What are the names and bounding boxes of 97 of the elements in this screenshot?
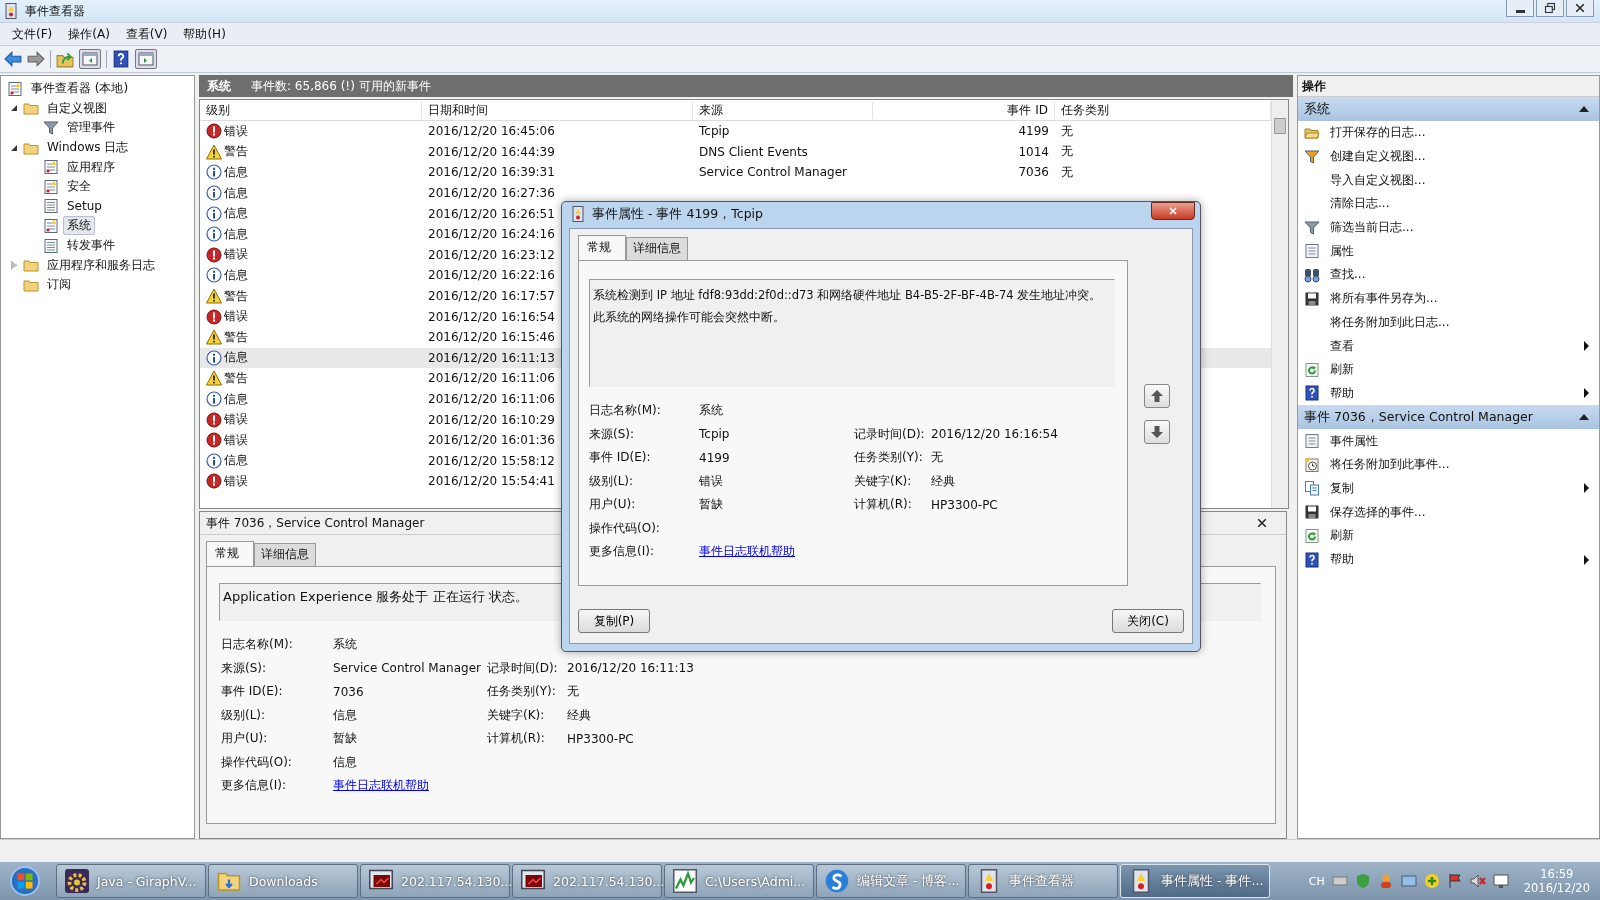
field-value: 经典 — [567, 707, 591, 722]
field-label: 事件 ID(E): — [221, 683, 284, 701]
table-cell: 信息 — [224, 452, 248, 470]
table-cell: 信息 — [224, 164, 248, 181]
field-label: 来源(S): — [221, 659, 268, 677]
table-cell: 信息 — [224, 349, 248, 367]
table-cell: 4199 — [1018, 124, 1049, 139]
table-cell: 信息 — [224, 266, 248, 284]
field-label: 操作代码(O): — [221, 753, 293, 771]
table-cell: 错误 — [224, 411, 248, 429]
event-count: 事件数: 65,866 (!) 可用的新事件 — [251, 77, 431, 95]
table-cell: 2016/12/20 16:11:06 — [428, 392, 555, 406]
field-label: 记录时间(D): — [487, 660, 558, 675]
field-value: 错误 — [699, 473, 723, 488]
table-cell: 2016/12/20 16:17:57 — [428, 289, 555, 304]
view-title: 系统 — [207, 77, 231, 95]
field-label: 关键字(K): — [487, 707, 545, 722]
table-cell: 2016/12/20 16:11:13 — [428, 350, 555, 365]
field-value: 4199 — [699, 450, 730, 465]
field-value: HP3300-PC — [567, 731, 634, 746]
table-cell: Service Control Manager — [699, 165, 847, 180]
field-label: 用户(U): — [221, 730, 269, 748]
field-label: 来源(S): — [589, 425, 636, 443]
section-title: 系统 — [1304, 100, 1330, 118]
field-value: 系统 — [699, 403, 723, 418]
table-cell: 错误 — [224, 308, 248, 326]
table-cell: 2016/12/20 16:24:16 — [428, 227, 555, 242]
field-value: 暂缺 — [333, 731, 357, 746]
field-value: 信息 — [333, 707, 357, 722]
field-label: 更多信息(I): — [589, 543, 655, 561]
actions-title: 操作 — [1298, 76, 1599, 97]
field-label: 级别(L): — [221, 706, 267, 724]
table-cell: 7036 — [1018, 165, 1049, 180]
table-cell: 2016/12/20 16:10:29 — [428, 412, 555, 427]
table-cell: 1014 — [1018, 144, 1049, 159]
field-value: HP3300-PC — [931, 497, 998, 512]
field-label: 计算机(R): — [854, 497, 912, 512]
table-cell: 2016/12/20 16:11:06 — [428, 371, 555, 386]
table-cell: 2016/12/20 16:23:12 — [428, 247, 555, 262]
table-cell: 2016/12/20 16:01:36 — [428, 433, 555, 448]
table-cell: 错误 — [224, 122, 248, 140]
table-cell: 2016/12/20 16:26:51 — [428, 206, 555, 221]
field-label: 日志名称(M): — [589, 402, 662, 420]
table-cell: 警告 — [224, 287, 248, 305]
table-cell: 2016/12/20 16:16:54 — [428, 309, 555, 324]
table-cell: 警告 — [224, 328, 248, 346]
field-value: 暂缺 — [699, 497, 723, 512]
field-value: 信息 — [333, 754, 357, 769]
table-cell: 信息 — [224, 225, 248, 243]
field-value: 2016/12/20 16:16:54 — [931, 427, 1058, 442]
table-cell: 2016/12/20 16:45:06 — [428, 124, 555, 139]
table-cell: 警告 — [224, 369, 248, 387]
table-cell: 2016/12/20 16:22:16 — [428, 268, 555, 283]
table-cell: 2016/12/20 15:54:41 — [428, 474, 555, 489]
field-label: 记录时间(D): — [854, 426, 925, 441]
field-value: 无 — [567, 684, 579, 699]
field-label: 用户(U): — [589, 496, 637, 514]
field-label: 关键字(K): — [854, 473, 912, 488]
table-cell: 错误 — [224, 246, 248, 264]
panel-title: 事件 7036，Service Control Manager — [206, 514, 425, 532]
description-text: Application Experience 服务处于 正在运行 状态。 — [223, 588, 529, 606]
field-label: 更多信息(I): — [221, 777, 287, 795]
table-cell: 警告 — [224, 143, 248, 161]
table-cell: 2016/12/20 16:39:31 — [428, 165, 555, 180]
table-cell: 信息 — [224, 184, 248, 202]
field-label: 计算机(R): — [487, 731, 545, 746]
field-value: 经典 — [931, 473, 955, 488]
table-cell: 无 — [1061, 164, 1073, 181]
description-text: 系统检测到 IP 地址 fdf8:93dd:2f0d::d73 和网络硬件地址 B4-B5-2F-BF-4B-74 发生地址冲突。 — [593, 287, 1103, 304]
field-value: 无 — [931, 450, 943, 465]
window-title: 事件查看器 — [25, 2, 85, 20]
table-cell: 无 — [1061, 122, 1073, 140]
table-cell: 信息 — [224, 205, 248, 223]
table-cell: 错误 — [224, 431, 248, 449]
field-label: 级别(L): — [589, 472, 635, 490]
table-cell: 信息 — [224, 390, 248, 408]
field-value: 系统 — [333, 637, 357, 652]
table-cell: 2016/12/20 16:15:46 — [428, 330, 555, 345]
field-label: 事件 ID(E): — [589, 449, 652, 467]
field-value: Service Control Manager — [333, 661, 481, 676]
table-cell: 2016/12/20 15:58:12 — [428, 453, 555, 468]
field-value: Tcpip — [699, 427, 730, 442]
dialog-title: 事件属性 - 事件 4199，Tcpip — [592, 205, 763, 223]
table-cell: Tcpip — [699, 124, 730, 139]
section-title: 事件 7036，Service Control Manager — [1304, 408, 1533, 426]
field-value: 2016/12/20 16:11:13 — [567, 661, 694, 676]
field-value: 7036 — [333, 684, 364, 699]
field-label: 任务类别(Y): — [487, 684, 556, 699]
description-text: 此系统的网络操作可能会突然中断。 — [593, 309, 786, 326]
field-label: 日志名称(M): — [221, 636, 294, 654]
table-cell: 错误 — [224, 472, 248, 490]
field-label: 操作代码(O): — [589, 519, 661, 537]
table-cell: 无 — [1061, 143, 1073, 161]
field-label: 任务类别(Y): — [854, 450, 923, 465]
table-cell: DNS Client Events — [699, 144, 808, 159]
table-cell: 2016/12/20 16:27:36 — [428, 186, 555, 201]
table-cell: 2016/12/20 16:44:39 — [428, 144, 555, 159]
